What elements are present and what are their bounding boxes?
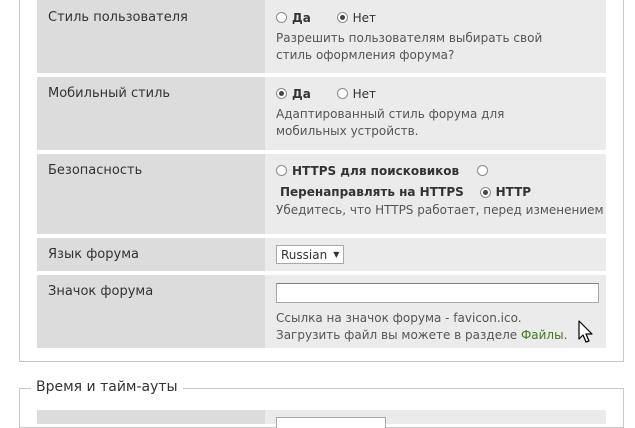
timeouts-first-label bbox=[37, 410, 265, 424]
language-select[interactable]: Russian ▼ bbox=[276, 245, 345, 264]
row-language: Язык форума Russian ▼ bbox=[37, 238, 606, 271]
forum-icon-description-text: Ссылка на значок форума - favicon.ico. З… bbox=[276, 311, 522, 342]
user-style-yes-radio[interactable] bbox=[276, 12, 287, 23]
security-redirect-radio-wrap[interactable] bbox=[476, 165, 493, 176]
security-http-label: HTTP bbox=[495, 185, 532, 199]
row-security: Безопасность HTTPS для поисковиков Перен… bbox=[37, 154, 606, 234]
user-style-yes-option[interactable]: Да bbox=[276, 11, 311, 25]
row-user-style: Стиль пользователя Да Нет Разрешить поль… bbox=[37, 0, 606, 73]
forum-icon-value: Ссылка на значок форума - favicon.ico. З… bbox=[265, 275, 606, 348]
user-style-label: Стиль пользователя bbox=[37, 0, 265, 73]
security-redirect-option[interactable]: Перенаправлять на HTTPS bbox=[280, 185, 464, 199]
timeouts-legend: Время и тайм-ауты bbox=[31, 379, 183, 395]
mobile-style-description: Адаптированный стиль форума для мобильны… bbox=[276, 106, 505, 138]
mobile-style-no-label: Нет bbox=[352, 86, 377, 101]
timeouts-first-value bbox=[265, 410, 606, 428]
mobile-style-yes-label: Да bbox=[292, 86, 311, 101]
user-style-value: Да Нет Разрешить пользователям выбирать … bbox=[265, 0, 606, 73]
mobile-style-label: Мобильный стиль bbox=[37, 77, 265, 150]
language-value: Russian ▼ bbox=[265, 238, 606, 271]
security-redirect-radio[interactable] bbox=[476, 165, 488, 176]
user-style-no-option[interactable]: Нет bbox=[336, 10, 377, 25]
forum-icon-description: Ссылка на значок форума - favicon.ico. З… bbox=[276, 310, 586, 344]
row-forum-icon: Значок форума Ссылка на значок форума - … bbox=[37, 275, 606, 348]
forum-icon-input[interactable] bbox=[276, 283, 599, 303]
user-style-yes-label: Да bbox=[292, 10, 311, 25]
security-http-option[interactable]: HTTP bbox=[479, 185, 532, 199]
security-description: Убедитесь, что HTTPS работает, перед изм… bbox=[276, 203, 604, 217]
security-https-search-option[interactable]: HTTPS для поисковиков bbox=[276, 164, 459, 178]
chevron-down-icon: ▼ bbox=[333, 250, 340, 259]
security-https-search-label: HTTPS для поисковиков bbox=[292, 163, 460, 178]
security-value: HTTPS для поисковиков Перенаправлять на … bbox=[265, 154, 606, 234]
mobile-style-yes-radio[interactable] bbox=[276, 88, 287, 99]
files-link[interactable]: Файлы bbox=[521, 328, 564, 342]
language-select-value: Russian bbox=[281, 247, 328, 262]
row-timeouts-first bbox=[37, 410, 606, 428]
security-label: Безопасность bbox=[37, 154, 265, 234]
forum-icon-label: Значок форума bbox=[37, 275, 265, 348]
security-redirect-label: Перенаправлять на HTTPS bbox=[280, 185, 464, 199]
user-style-description: Разрешить пользователям выбирать свой ст… bbox=[276, 30, 543, 62]
forum-icon-description-end: . bbox=[563, 328, 568, 342]
row-mobile-style: Мобильный стиль Да Нет Адаптированный ст… bbox=[37, 77, 606, 150]
user-style-no-label: Нет bbox=[352, 10, 377, 25]
mouse-cursor-icon bbox=[578, 320, 593, 343]
security-https-search-radio[interactable] bbox=[276, 165, 287, 176]
mobile-style-no-option[interactable]: Нет bbox=[336, 86, 377, 101]
mobile-style-yes-option[interactable]: Да bbox=[276, 87, 311, 101]
mobile-style-value: Да Нет Адаптированный стиль форума для м… bbox=[265, 77, 606, 150]
language-label: Язык форума bbox=[37, 238, 265, 271]
timeouts-first-input[interactable] bbox=[276, 417, 386, 428]
security-http-radio[interactable] bbox=[479, 186, 491, 198]
user-style-no-radio[interactable] bbox=[336, 12, 348, 23]
mobile-style-no-radio[interactable] bbox=[336, 88, 348, 99]
